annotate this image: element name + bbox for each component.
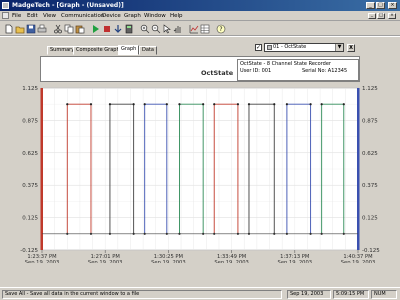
minimize-button[interactable]: _ <box>366 2 375 9</box>
doc-minimize-button[interactable]: _ <box>368 13 376 19</box>
maximize-button[interactable]: □ <box>376 2 385 9</box>
status-message: Save All - Save all data in the current … <box>2 290 282 299</box>
menu-view[interactable]: View <box>43 13 56 19</box>
chart-area: 1.125 1.125 0.875 0.875 0.625 0.625 0.375 0.375… <box>0 83 400 266</box>
menu-bar: File Edit View Communication Device Grap… <box>0 11 400 21</box>
chevron-down-icon[interactable]: ▼ <box>335 44 343 51</box>
menu-help[interactable]: Help <box>170 13 183 19</box>
x-tick-date: Sep 19, 2003 <box>341 260 376 263</box>
zoom-out-icon[interactable] <box>150 23 161 34</box>
menu-communication[interactable]: Communication <box>61 13 104 19</box>
data-point <box>66 103 69 106</box>
y-tick-label-right: 0.625 <box>362 151 378 157</box>
left-cursor-marker <box>40 88 43 250</box>
y-tick-label-left: 1.125 <box>22 86 38 92</box>
graph-title: OctState <box>201 69 234 77</box>
y-tick-label-right: 0.125 <box>362 216 378 222</box>
data-point <box>143 103 146 106</box>
start-icon[interactable] <box>90 23 100 33</box>
channel-select-value: 01 - OctState <box>273 44 307 50</box>
stop-icon[interactable] <box>101 23 111 33</box>
menu-edit[interactable]: Edit <box>27 13 38 19</box>
save-icon[interactable] <box>25 23 36 34</box>
data-point <box>178 103 181 106</box>
device-icon[interactable] <box>123 23 133 34</box>
menu-device[interactable]: Device <box>102 13 121 19</box>
data-point <box>342 103 345 106</box>
toolbar: ? <box>0 21 400 36</box>
tab-data[interactable]: Data <box>139 46 157 55</box>
svg-text:?: ? <box>219 26 222 33</box>
status-date: Sep 19, 2003 <box>287 290 331 299</box>
data-point <box>202 103 205 106</box>
x-tick-date: Sep 19, 2003 <box>278 260 313 263</box>
status-bar: Save All - Save all data in the current … <box>0 287 400 300</box>
right-cursor-marker <box>357 88 360 250</box>
data-point <box>273 103 276 106</box>
document-icon[interactable] <box>2 12 9 19</box>
y-tick-label-right: 0.875 <box>362 118 378 124</box>
data-point <box>213 103 216 106</box>
table-icon[interactable] <box>199 23 210 34</box>
window-title: MadgeTech - [Graph - (Unsaved)] <box>12 2 124 9</box>
tab-composite-graph[interactable]: Composite Graph <box>73 46 123 55</box>
channel-select[interactable]: 01 - OctState ▼ <box>264 43 344 52</box>
data-point <box>132 103 135 106</box>
doc-restore-button[interactable]: □ <box>377 13 385 19</box>
cursor-icon[interactable] <box>161 23 171 34</box>
menu-window[interactable]: Window <box>144 13 166 19</box>
y-tick-label-left: 0.875 <box>22 118 38 124</box>
channel-color-swatch <box>267 45 272 50</box>
data-point <box>247 103 251 106</box>
title-bar: MadgeTech - [Graph - (Unsaved)] _ □ × <box>0 0 400 11</box>
y-tick-label-right: 0.375 <box>362 183 378 189</box>
data-point <box>89 103 93 106</box>
channel-checkbox[interactable]: ✓ <box>255 44 262 51</box>
cut-icon[interactable] <box>52 23 62 34</box>
x-tick-date: Sep 19, 2003 <box>151 260 186 263</box>
hand-icon[interactable] <box>172 23 182 33</box>
x-tick-date: Sep 19, 2003 <box>214 260 249 263</box>
open-icon[interactable] <box>14 23 25 34</box>
print-icon[interactable] <box>36 23 47 33</box>
help-icon[interactable]: ? <box>215 23 226 34</box>
status-time: 5:09:15 PM <box>333 290 369 299</box>
app-icon[interactable] <box>2 2 9 9</box>
zoom-in-icon[interactable] <box>139 23 150 34</box>
doc-close-button[interactable]: × <box>388 13 396 19</box>
chart-icon[interactable] <box>188 23 199 34</box>
data-point <box>108 103 112 106</box>
device-name: OctState - 8 Channel State Recorder <box>240 61 331 67</box>
chart-svg: 1.125 1.125 0.875 0.875 0.625 0.625 0.375 0.375… <box>20 86 380 266</box>
data-point <box>236 103 240 106</box>
user-id: User ID: 001 <box>240 68 272 74</box>
menu-graph[interactable]: Graph <box>124 13 141 19</box>
download-icon[interactable] <box>112 23 122 33</box>
menu-file[interactable]: File <box>12 13 21 19</box>
y-tick-label-right: 1.125 <box>362 86 378 92</box>
status-num: NUM <box>371 290 397 299</box>
data-point <box>320 103 323 106</box>
data-point <box>165 103 168 106</box>
data-point <box>309 103 312 106</box>
x-tick-date: Sep 19, 2003 <box>25 260 60 263</box>
data-point <box>285 103 288 106</box>
paste-icon[interactable] <box>74 23 85 34</box>
graph-header: OctState OctState - 8 Channel State Reco… <box>40 56 360 82</box>
serial-number: Serial No: A12345 <box>302 68 348 74</box>
close-button[interactable]: × <box>388 2 397 9</box>
remove-channel-button[interactable]: X <box>347 44 355 52</box>
y-tick-label-left: 0.125 <box>22 216 38 222</box>
tab-graph[interactable]: Graph <box>118 45 140 55</box>
x-tick-date: Sep 19, 2003 <box>88 260 123 263</box>
device-info-box: OctState - 8 Channel State Recorder User… <box>237 59 359 81</box>
new-icon[interactable] <box>3 23 13 34</box>
y-tick-label-left: 0.375 <box>22 183 38 189</box>
y-tick-label-left: 0.625 <box>22 151 38 157</box>
copy-icon[interactable] <box>63 23 74 34</box>
